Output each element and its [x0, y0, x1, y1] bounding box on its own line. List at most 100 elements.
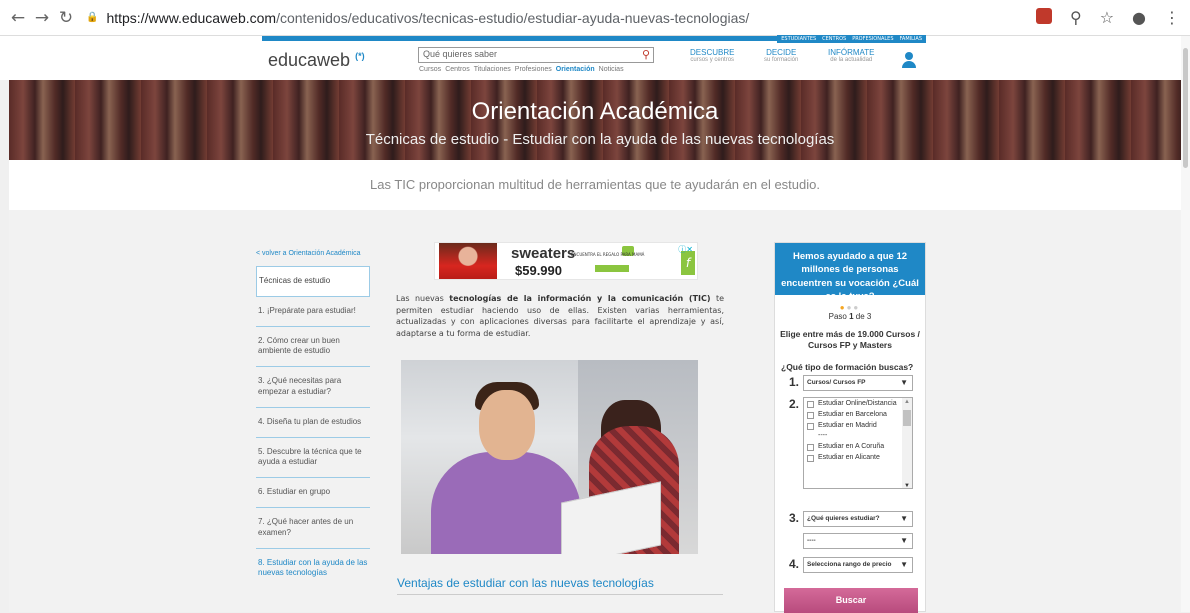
- subnav-centros[interactable]: Centros: [445, 66, 470, 73]
- subnav-cursos[interactable]: Cursos: [419, 66, 441, 73]
- subnav-profesiones[interactable]: Profesiones: [515, 66, 552, 73]
- checkbox[interactable]: [807, 454, 814, 462]
- select-value: Cursos/ Cursos FP: [807, 379, 866, 386]
- logo-mark: (*): [355, 51, 365, 61]
- sidebar-item-3[interactable]: 3. ¿Qué necesitas para empezar a estudia…: [256, 367, 370, 408]
- audience-nav: ESTUDIANTES CENTROS PROFESIONALES FAMILI…: [777, 35, 926, 43]
- section-nav: Cursos Centros Titulaciones Profesiones …: [419, 66, 624, 73]
- scrollbar-thumb[interactable]: [1183, 48, 1188, 168]
- site-header: ESTUDIANTES CENTROS PROFESIONALES FAMILI…: [0, 35, 1190, 80]
- browser-toolbar: ← → ↻ 🔒 https://www.educaweb.com/conteni…: [0, 0, 1190, 36]
- article-photo: [401, 360, 698, 554]
- page-scrollbar[interactable]: [1181, 36, 1190, 612]
- subnav-orientacion[interactable]: Orientación: [556, 66, 595, 73]
- field-row-3b: ---- ▼: [789, 533, 913, 549]
- list-option[interactable]: Estudiar en Barcelona: [804, 409, 912, 420]
- widget-question: ¿Qué tipo de formación buscas?: [781, 361, 914, 372]
- checkbox[interactable]: [807, 401, 814, 408]
- study-select[interactable]: ¿Qué quieres estudiar? ▼: [803, 511, 913, 527]
- step-dots: ●●●: [839, 303, 861, 312]
- back-link[interactable]: < volver a Orientación Académica: [256, 250, 370, 257]
- site-logo[interactable]: educaweb (*): [268, 50, 365, 71]
- list-separator: ----: [804, 430, 912, 441]
- intro-band: Las TIC proporcionan multitud de herrami…: [9, 160, 1181, 210]
- user-icon[interactable]: [902, 52, 916, 68]
- list-option[interactable]: Estudiar en A Coruña: [804, 441, 912, 452]
- nav-estudiantes[interactable]: ESTUDIANTES: [781, 36, 816, 42]
- menu-descubre[interactable]: DESCUBRE cursos y centros: [690, 48, 734, 63]
- listbox-scrollbar[interactable]: ▲ ▼: [902, 398, 912, 488]
- search-placeholder: Qué quieres saber: [423, 49, 498, 59]
- page-title: Orientación Académica: [471, 98, 719, 125]
- menu-title: INFÓRMATE: [828, 48, 875, 57]
- page-subtitle: Técnicas de estudio - Estudiar con la ay…: [365, 131, 835, 148]
- nav-profesionales[interactable]: PROFESIONALES: [852, 36, 893, 42]
- ad-close-icon[interactable]: ⓘ✕: [678, 244, 693, 255]
- option-label: Estudiar en Madrid: [818, 421, 877, 429]
- nav-familias[interactable]: FAMILIAS: [900, 36, 922, 42]
- ad-cta-button[interactable]: [595, 265, 629, 272]
- dropdown-arrow-icon: ▼: [900, 514, 908, 523]
- field-number: 1.: [789, 375, 800, 389]
- select-value: Selecciona rango de precio: [807, 561, 892, 568]
- hero-banner: Orientación Académica Técnicas de estudi…: [9, 80, 1181, 160]
- nav-centros[interactable]: CENTROS: [822, 36, 846, 42]
- list-option[interactable]: Estudiar en Alicante: [804, 452, 912, 463]
- widget-description: Elige entre más de 19.000 Cursos / Curso…: [780, 329, 920, 351]
- search-input[interactable]: Qué quieres saber ⚲: [418, 47, 654, 63]
- list-option[interactable]: Estudiar en Madrid: [804, 420, 912, 431]
- search-button[interactable]: Buscar: [784, 588, 918, 613]
- forward-arrow-icon[interactable]: →: [30, 8, 54, 28]
- menu-informate[interactable]: INFÓRMATE de la actualidad: [828, 48, 875, 63]
- widget-heading: Hemos ayudado a que 12 millones de perso…: [775, 243, 925, 302]
- dropdown-arrow-icon: ▼: [900, 560, 908, 569]
- sidebar-item-8[interactable]: 8. Estudiar con la ayuda de las nuevas t…: [256, 549, 370, 589]
- checkbox[interactable]: [807, 411, 814, 419]
- extension-icon[interactable]: [1035, 8, 1052, 24]
- sidebar-item-tecnicas[interactable]: Técnicas de estudio: [256, 266, 370, 297]
- checkbox[interactable]: [807, 422, 814, 430]
- sidebar-item-7[interactable]: 7. ¿Qué hacer antes de un examen?: [256, 508, 370, 549]
- subnav-titulaciones[interactable]: Titulaciones: [474, 66, 511, 73]
- back-arrow-icon[interactable]: ←: [6, 8, 30, 28]
- step-indicator: Paso 1 de 3: [775, 312, 925, 321]
- location-listbox[interactable]: Estudiar Online/Distancia Estudiar en Ba…: [803, 397, 913, 489]
- article-paragraph: Las nuevas tecnologías de la información…: [396, 293, 724, 339]
- ad-price: $59.990: [515, 263, 562, 278]
- reload-icon[interactable]: ↻: [54, 8, 78, 28]
- field-number: 3.: [789, 511, 800, 525]
- price-select[interactable]: Selecciona rango de precio ▼: [803, 557, 913, 573]
- list-option[interactable]: Estudiar Online/Distancia: [804, 398, 912, 409]
- address-bar[interactable]: 🔒 https://www.educaweb.com/contenidos/ed…: [86, 10, 749, 26]
- menu-decide[interactable]: DECIDE su formación: [764, 48, 798, 63]
- search-icon[interactable]: ⚲: [642, 48, 650, 61]
- url-path: /contenidos/educativos/tecnicas-estudio/…: [276, 9, 750, 26]
- profile-icon[interactable]: ●: [1132, 8, 1146, 27]
- dropdown-arrow-icon: ▼: [900, 536, 908, 545]
- field-row-4: 4. Selecciona rango de precio ▼: [789, 557, 913, 573]
- zoom-icon[interactable]: ⚲: [1070, 8, 1082, 27]
- subject-select[interactable]: ---- ▼: [803, 533, 913, 549]
- menu-title: DECIDE: [766, 48, 797, 57]
- dropdown-arrow-icon: ▼: [900, 378, 908, 387]
- advertisement[interactable]: sweaters $59.990 ENCUENTRA EL REGALO PAR…: [434, 242, 698, 280]
- menu-sub: su formación: [764, 57, 799, 63]
- ad-price-value: 59.990: [522, 263, 562, 278]
- option-label: Estudiar en A Coruña: [818, 443, 885, 450]
- step-label: Paso: [828, 312, 850, 321]
- logo-text: educaweb: [268, 50, 351, 70]
- sidebar-item-2[interactable]: 2. Cómo crear un buen ambiente de estudi…: [256, 327, 370, 368]
- checkbox[interactable]: [807, 444, 814, 451]
- sidebar-item-1[interactable]: 1. ¡Prepárate para estudiar!: [256, 297, 370, 327]
- subnav-noticias[interactable]: Noticias: [599, 66, 624, 73]
- sidebar-item-6[interactable]: 6. Estudiar en grupo: [256, 478, 370, 508]
- type-select[interactable]: Cursos/ Cursos FP ▼: [803, 375, 913, 391]
- sidebar-item-5[interactable]: 5. Descubre la técnica que te ayuda a es…: [256, 438, 370, 479]
- bookmark-star-icon[interactable]: ☆: [1100, 8, 1114, 27]
- sidebar-item-4[interactable]: 4. Diseña tu plan de estudios: [256, 408, 370, 438]
- option-label: Estudiar en Barcelona: [818, 410, 887, 418]
- option-label: Estudiar en Alicante: [818, 453, 880, 461]
- para-text: Las nuevas: [396, 294, 450, 303]
- divider: [397, 594, 723, 595]
- menu-dots-icon[interactable]: ⋮: [1164, 8, 1180, 27]
